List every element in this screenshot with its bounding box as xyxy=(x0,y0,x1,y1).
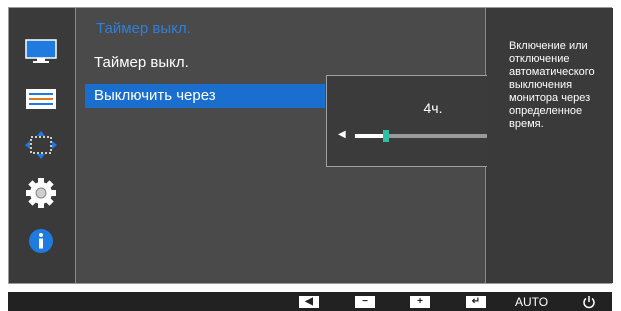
minus-icon[interactable]: − xyxy=(355,296,375,308)
info-icon[interactable] xyxy=(23,223,59,259)
position-resize-icon[interactable] xyxy=(23,127,59,163)
menu-item-turn-off-after[interactable]: Выключить через xyxy=(85,84,325,108)
enter-icon[interactable]: ↵ xyxy=(466,296,486,308)
menu-item-off-timer[interactable]: Таймер выкл. xyxy=(85,51,325,75)
menu-title: Таймер выкл. xyxy=(96,20,191,37)
settings-gear-icon[interactable] xyxy=(23,175,59,211)
power-icon[interactable] xyxy=(582,293,596,310)
left-arrow-icon[interactable]: ◀ xyxy=(299,296,319,308)
slider-thumb[interactable] xyxy=(382,130,389,142)
plus-icon[interactable]: + xyxy=(410,296,430,308)
slider-fill xyxy=(355,134,386,138)
monitor-icon[interactable] xyxy=(23,34,59,70)
picture-settings-icon[interactable] xyxy=(23,81,59,117)
slider-left-arrow-icon[interactable]: ◀ xyxy=(338,129,346,140)
timer-slider[interactable] xyxy=(355,130,508,142)
osd-panel: Таймер выкл. Таймер выкл. Выключить чере… xyxy=(8,7,613,284)
help-text: Включение или отключение автоматического… xyxy=(509,40,595,130)
auto-button[interactable]: AUTO xyxy=(515,293,548,310)
sidebar xyxy=(9,8,74,283)
menu-panel: Таймер выкл. Таймер выкл. Выключить чере… xyxy=(75,8,540,283)
bottom-button-bar: ◀ − + ↵ AUTO xyxy=(8,292,612,311)
help-panel: Включение или отключение автоматического… xyxy=(487,8,613,283)
